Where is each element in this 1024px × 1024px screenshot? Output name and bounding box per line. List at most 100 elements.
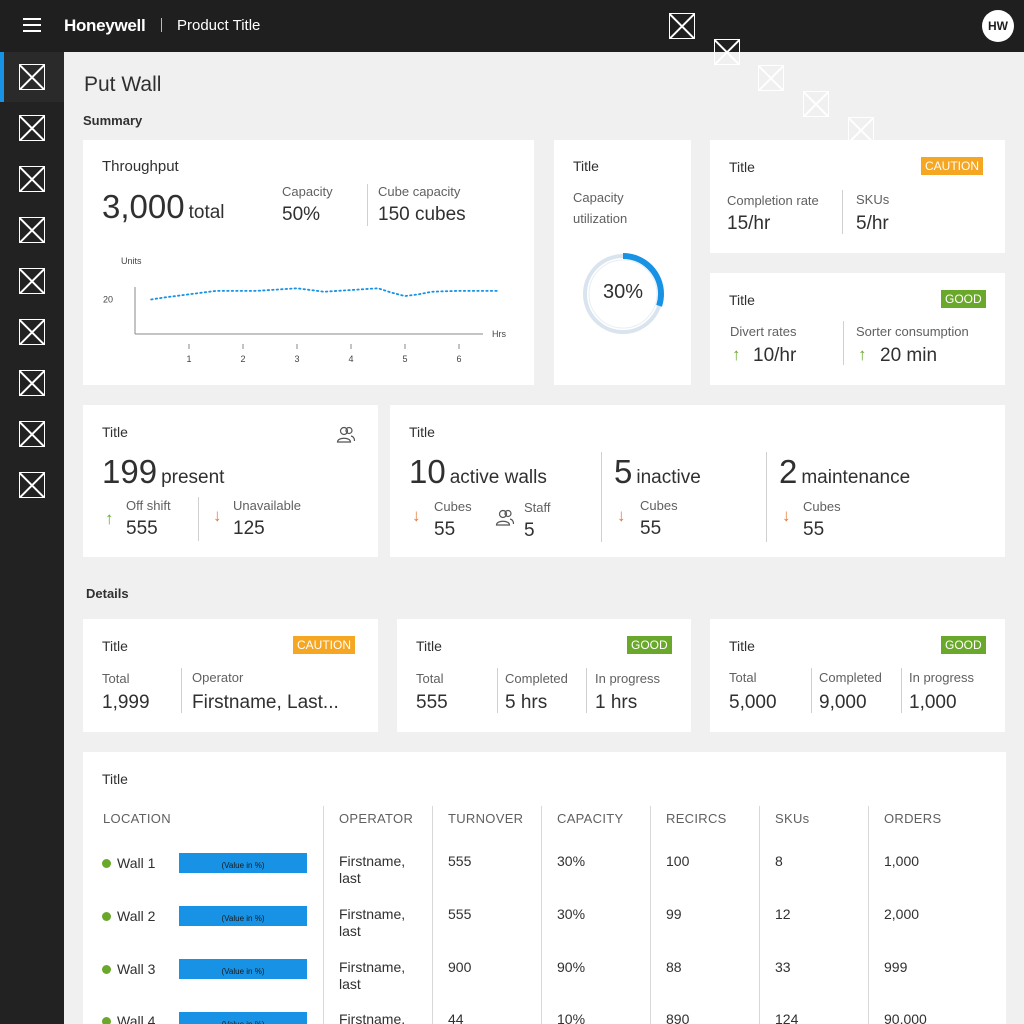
good-badge: GOOD (941, 636, 986, 654)
arrow-down-icon: ↓ (412, 506, 421, 525)
divert-card: Title GOOD Divert rates ↑ 10/hr Sorter c… (710, 273, 1005, 385)
detail-card-3: Title GOOD Total 5,000 Completed 9,000 I… (710, 619, 1005, 732)
column-divider (650, 806, 651, 1024)
sidebar-item-7[interactable] (0, 358, 64, 408)
sidebar (0, 52, 64, 1024)
inactive-walls: 5 inactive (614, 453, 701, 491)
active-walls-value: 10 (409, 453, 446, 490)
sidebar-item-8[interactable] (0, 409, 64, 459)
arrow-down-icon: ↓ (617, 506, 626, 525)
utilization-value: 30% (602, 281, 644, 303)
skus-cell: 33 (775, 959, 791, 975)
nav-placeholder-icon (19, 268, 45, 294)
orders-cell: 1,000 (884, 853, 920, 869)
arrow-down-icon: ↓ (213, 506, 222, 525)
completed-value: 9,000 (819, 692, 867, 713)
skus-cell: 124 (775, 1011, 799, 1024)
throughput-total: 3,000 total (102, 188, 225, 226)
x-tick-label: 5 (402, 354, 407, 364)
user-avatar[interactable]: HW (982, 10, 1014, 42)
operator-label: Operator (192, 670, 244, 685)
in-progress-value: 1 hrs (595, 692, 638, 713)
turnover-cell: 555 (448, 906, 472, 922)
divert-rates-value: 10/hr (753, 345, 797, 366)
column-header-recircs[interactable]: RECIRCS (666, 811, 727, 826)
total-value: 555 (416, 692, 448, 713)
utilization-label-line2: utilization (573, 211, 628, 226)
inactive-cubes-value: 55 (640, 518, 662, 539)
divider (497, 668, 498, 713)
toolbar-placeholder-icon-4[interactable] (803, 91, 829, 117)
top-bar: Honeywell Product Title HW (0, 0, 1024, 195)
throughput-card: Throughput 3,000 total Capacity 50% Cube … (83, 140, 534, 385)
recircs-cell: 88 (666, 959, 682, 975)
skus-value: 5/hr (856, 213, 889, 234)
turnover-cell: 900 (448, 959, 472, 975)
table-title: Title (102, 771, 128, 787)
recircs-cell: 99 (666, 906, 682, 922)
skus-label: SKUs (856, 192, 890, 207)
column-header-operator[interactable]: OPERATOR (339, 811, 413, 826)
detail-title: Title (416, 638, 442, 654)
nav-placeholder-icon (19, 217, 45, 243)
divider (198, 497, 199, 541)
column-header-skus[interactable]: SKUs (775, 811, 809, 826)
column-divider (432, 806, 433, 1024)
capacity-cell: 30% (557, 906, 586, 922)
off-shift-label: Off shift (126, 498, 171, 513)
sidebar-item-2[interactable] (0, 103, 64, 153)
column-header-location[interactable]: LOCATION (103, 811, 171, 826)
maintenance-unit: maintenance (801, 467, 911, 488)
unavailable-value: 125 (233, 518, 265, 539)
orders-cell: 90,000 (884, 1011, 927, 1024)
present-count: 199 present (102, 453, 224, 491)
column-divider (541, 806, 542, 1024)
staff-card: Title 199 present ↑ Off shift 555 ↓ Unava… (83, 405, 378, 557)
toolbar-placeholder-icon-3[interactable] (758, 65, 784, 91)
detail-title: Title (729, 638, 755, 654)
staff-title: Title (102, 424, 128, 440)
y-tick-label: 20 (103, 295, 113, 305)
x-tick-label: 4 (348, 354, 353, 364)
sidebar-item-4[interactable] (0, 205, 64, 255)
sidebar-item-9[interactable] (0, 460, 64, 510)
column-header-turnover[interactable]: TURNOVER (448, 811, 523, 826)
completion-card: Title CAUTION Completion rate 15/hr SKUs… (710, 140, 1005, 253)
inactive-unit: inactive (636, 467, 701, 488)
capacity-cell: 90% (557, 959, 586, 975)
nav-placeholder-icon (19, 370, 45, 396)
sidebar-item-3[interactable] (0, 154, 64, 204)
cube-capacity-value: 150 cubes (378, 204, 466, 225)
sidebar-item-1[interactable] (0, 52, 64, 102)
in-progress-label: In progress (595, 671, 661, 686)
column-header-capacity[interactable]: CAPACITY (557, 811, 623, 826)
hamburger-menu-icon[interactable] (23, 16, 41, 34)
turnover-cell: 555 (448, 853, 472, 869)
page-title: Put Wall (84, 73, 162, 96)
completion-rate-value: 15/hr (727, 213, 771, 234)
capacity-cell: 10% (557, 1011, 586, 1024)
sidebar-item-5[interactable] (0, 256, 64, 306)
active-walls-unit: active walls (449, 467, 547, 488)
active-cubes-value: 55 (434, 519, 456, 540)
divider (766, 452, 767, 542)
skus-cell: 8 (775, 853, 783, 869)
divert-title: Title (729, 292, 755, 308)
throughput-title: Throughput (102, 158, 179, 175)
column-header-orders[interactable]: ORDERS (884, 811, 941, 826)
capacity-label: Capacity (282, 184, 333, 199)
completion-title: Title (729, 159, 755, 175)
status-dot (102, 912, 111, 921)
toolbar-placeholder-icon-1[interactable] (669, 13, 695, 39)
staff-value: 5 (524, 520, 535, 541)
walls-title: Title (409, 424, 435, 440)
present-value: 199 (102, 453, 158, 490)
in-progress-label: In progress (909, 670, 975, 685)
recircs-cell: 890 (666, 1011, 690, 1024)
details-heading: Details (86, 586, 129, 601)
sidebar-item-6[interactable] (0, 307, 64, 357)
operator-cell: Firstname, (339, 853, 406, 869)
toolbar-placeholder-icon-2[interactable] (714, 39, 740, 65)
location-cell: Wall 1 (117, 855, 156, 871)
detail-card-1: Title CAUTION Total 1,999 Operator First… (83, 619, 378, 732)
